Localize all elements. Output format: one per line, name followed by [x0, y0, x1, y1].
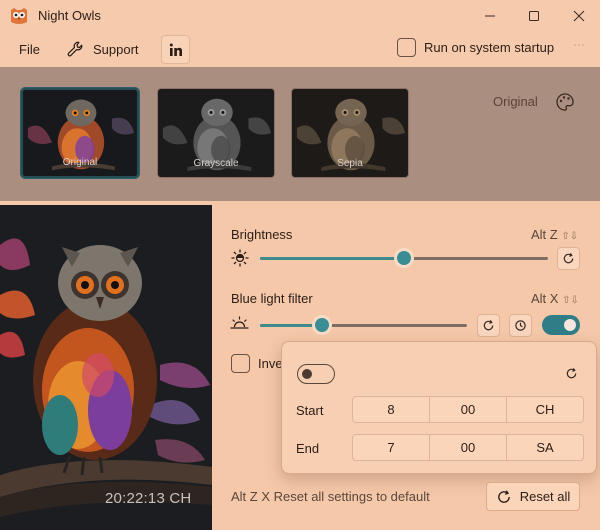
- more-icon: [574, 44, 584, 46]
- title-bar: Night Owls: [0, 0, 600, 32]
- window-title: Night Owls: [38, 8, 101, 23]
- linkedin-button[interactable]: [161, 35, 190, 64]
- minimize-button[interactable]: [467, 0, 513, 32]
- more-options-button[interactable]: [568, 38, 590, 58]
- reset-all-label: Reset all: [519, 489, 571, 504]
- brightness-hotkey-text: Alt Z: [531, 227, 558, 242]
- brightness-label: Brightness: [231, 227, 293, 242]
- menu-file[interactable]: File: [19, 42, 40, 57]
- blue-light-label: Blue light filter: [231, 291, 313, 306]
- brightness-slider-fill: [260, 257, 404, 260]
- reset-icon: [497, 489, 510, 503]
- start-minute[interactable]: 00: [430, 396, 507, 423]
- brightness-hotkey: Alt Z ⇧⇩: [531, 227, 578, 242]
- schedule-popup: Start 8 00 CH End 7 00 SA: [281, 341, 597, 474]
- owl-illustration: [0, 205, 212, 530]
- close-icon: [573, 10, 585, 22]
- toggle-knob: [302, 368, 312, 379]
- schedule-button[interactable]: [509, 314, 532, 337]
- start-label: Start: [296, 403, 324, 418]
- sunset-icon: [230, 316, 249, 329]
- reset-all-button[interactable]: Reset all: [486, 482, 580, 511]
- owl-image-preview: [0, 205, 212, 530]
- preset-grayscale-label: Grayscale: [193, 158, 239, 169]
- preset-grayscale[interactable]: Grayscale: [157, 88, 275, 178]
- end-time-picker[interactable]: 7 00 SA: [352, 434, 584, 461]
- start-hour[interactable]: 8: [352, 396, 430, 423]
- blue-light-hotkey: Alt X ⇧⇩: [531, 291, 579, 306]
- blue-light-reset-button[interactable]: [477, 314, 500, 337]
- wrench-icon: [67, 41, 83, 57]
- menu-support-label: Support: [93, 42, 139, 57]
- toggle-knob: [564, 319, 576, 331]
- linkedin-icon: [169, 43, 182, 56]
- reset-icon: [566, 368, 577, 379]
- reset-icon: [563, 253, 574, 264]
- minimize-icon: [485, 15, 495, 17]
- menu-support[interactable]: Support: [66, 40, 139, 59]
- schedule-toggle[interactable]: [297, 364, 335, 384]
- schedule-reset-button[interactable]: [560, 362, 583, 385]
- startup-checkbox[interactable]: [397, 38, 416, 57]
- sun-icon: [231, 249, 249, 267]
- preset-strip: Original Grayscale Sepia Original: [0, 67, 600, 201]
- reset-hotkey-hint: Alt Z X Reset all settings to default: [231, 489, 430, 504]
- clock-overlay: 20:22:13 CH: [105, 490, 192, 507]
- invert-label: Inve: [258, 356, 283, 371]
- brightness-slider-thumb[interactable]: [397, 251, 411, 265]
- maximize-button[interactable]: [511, 0, 557, 32]
- blue-light-toggle[interactable]: [542, 315, 580, 335]
- invert-checkbox[interactable]: [231, 354, 250, 373]
- reset-icon: [483, 320, 494, 331]
- owl-app-icon: [11, 8, 27, 24]
- palette-icon[interactable]: [555, 92, 575, 112]
- preset-original[interactable]: Original: [21, 88, 139, 178]
- start-period[interactable]: CH: [507, 396, 584, 423]
- close-button[interactable]: [556, 0, 600, 32]
- end-hour[interactable]: 7: [352, 434, 430, 461]
- maximize-icon: [529, 11, 539, 21]
- clock-history-icon: [515, 320, 526, 331]
- preset-sepia[interactable]: Sepia: [291, 88, 409, 178]
- blue-light-slider-fill: [260, 324, 322, 327]
- end-label: End: [296, 441, 320, 456]
- current-preset-label: Original: [493, 94, 538, 109]
- up-down-arrows-icon: ⇧⇩: [561, 231, 579, 242]
- blue-light-hotkey-text: Alt X: [531, 291, 559, 306]
- startup-label: Run on system startup: [424, 40, 555, 55]
- brightness-reset-button[interactable]: [557, 247, 580, 270]
- end-minute[interactable]: 00: [430, 434, 507, 461]
- blue-light-slider-thumb[interactable]: [315, 318, 329, 332]
- preset-sepia-label: Sepia: [337, 158, 363, 169]
- start-time-picker[interactable]: 8 00 CH: [352, 396, 584, 423]
- preset-original-label: Original: [62, 157, 98, 168]
- end-period[interactable]: SA: [507, 434, 584, 461]
- up-down-arrows-icon: ⇧⇩: [562, 295, 579, 306]
